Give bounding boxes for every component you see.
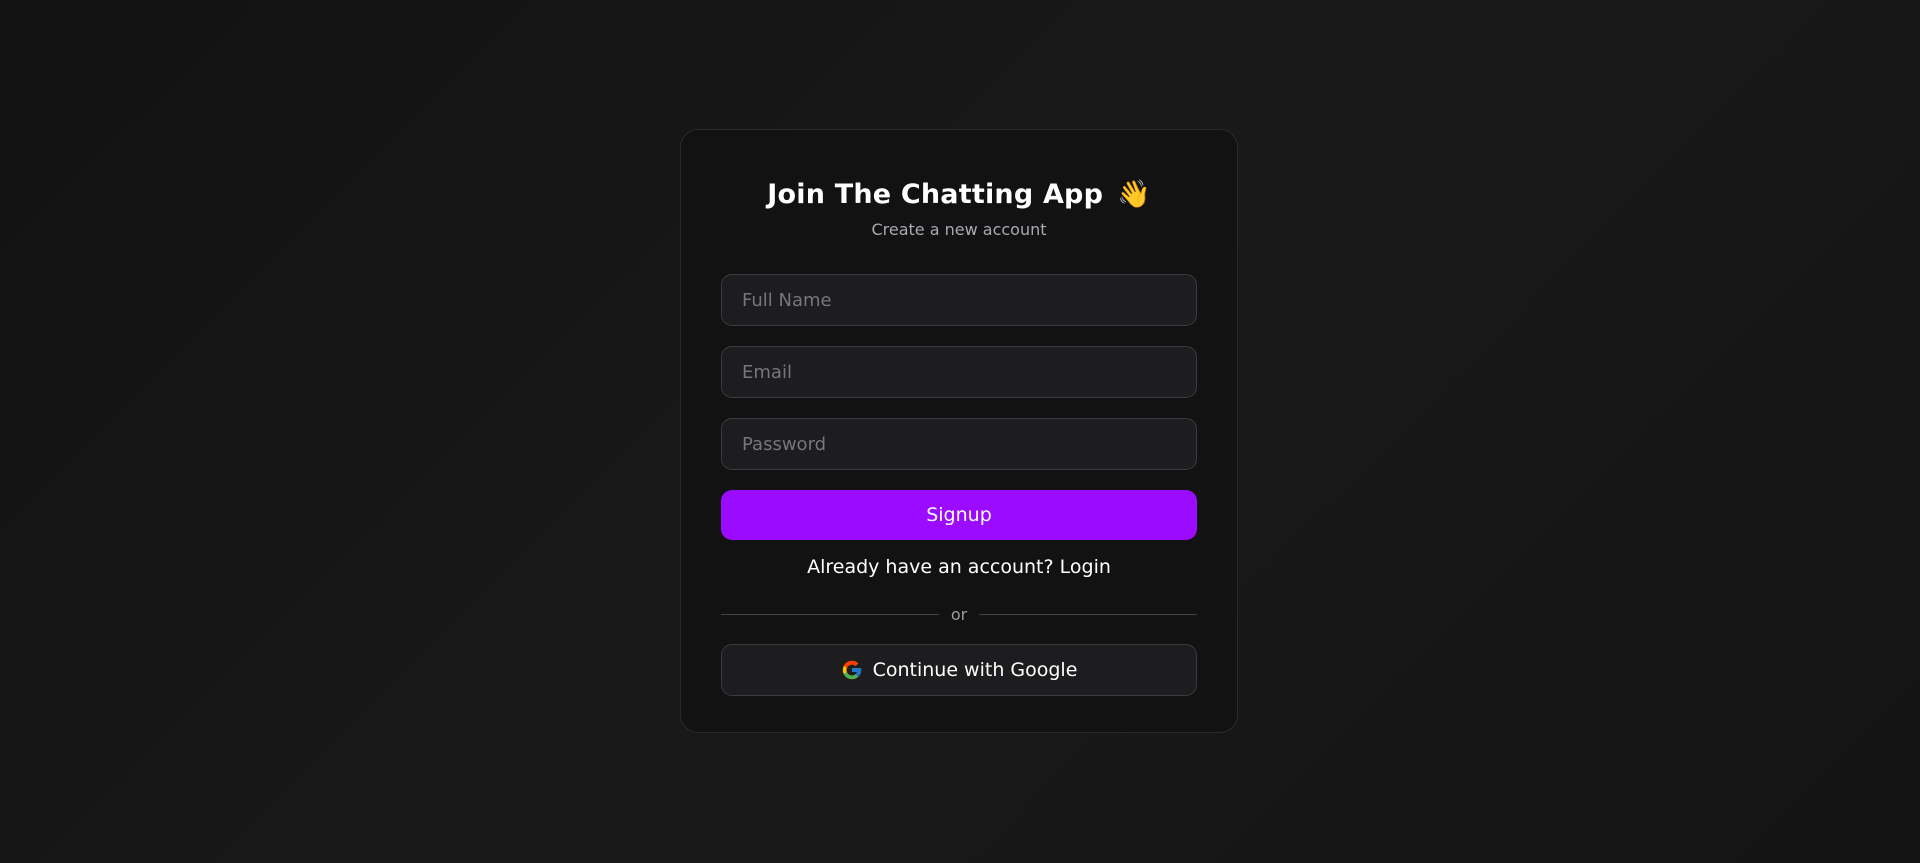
login-prompt-row: Already have an account? Login	[721, 556, 1197, 582]
full-name-input[interactable]	[721, 274, 1197, 326]
continue-with-google-button[interactable]: Continue with Google	[721, 644, 1197, 696]
google-button-label: Continue with Google	[872, 659, 1078, 681]
email-input[interactable]	[721, 346, 1197, 398]
signup-button[interactable]: Signup	[721, 490, 1197, 540]
page-title: Join The Chatting App	[767, 178, 1104, 210]
waving-hand-icon: 👋	[1117, 178, 1151, 210]
login-link[interactable]: Login	[1060, 556, 1111, 578]
divider-label: or	[950, 604, 968, 624]
google-icon	[841, 659, 863, 681]
password-input[interactable]	[721, 418, 1197, 470]
signup-card: Join The Chatting App 👋 Create a new acc…	[680, 129, 1238, 733]
divider-line-right	[979, 613, 1197, 615]
login-prompt-text: Already have an account?	[807, 556, 1054, 578]
page-subtitle: Create a new account	[871, 220, 1047, 239]
title-row: Join The Chatting App 👋	[721, 174, 1197, 214]
or-divider: or	[721, 604, 1197, 624]
divider-line-left	[721, 613, 939, 615]
